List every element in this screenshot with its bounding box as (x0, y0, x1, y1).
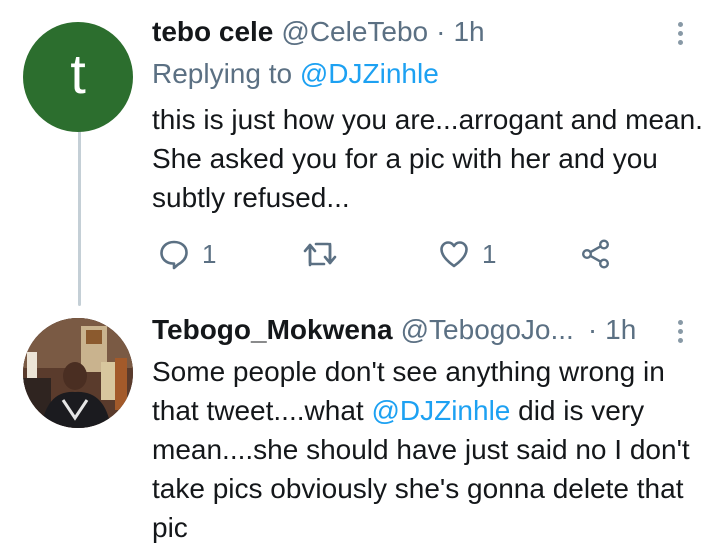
timestamp[interactable]: 1h (453, 16, 484, 48)
profile-photo (23, 318, 133, 428)
user-handle[interactable]: @CeleTebo (281, 16, 428, 48)
replying-to: Replying to @DJZinhle (152, 58, 439, 90)
display-name[interactable]: Tebogo_Mokwena (152, 314, 393, 346)
share-icon (582, 239, 610, 269)
timestamp[interactable]: 1h (605, 314, 636, 346)
replying-to-label: Replying to (152, 58, 293, 89)
reply-button[interactable]: 1 (158, 232, 216, 276)
like-count: 1 (482, 238, 497, 269)
avatar[interactable] (23, 318, 133, 428)
tweet-text: this is just how you are...arrogant and … (152, 104, 703, 213)
tweet-header: Tebogo_Mokwena @TebogoJo... · 1h (152, 314, 636, 346)
avatar[interactable]: t (23, 22, 133, 132)
reply-count: 1 (202, 238, 217, 269)
retweet-icon (303, 242, 337, 267)
mention-link[interactable]: @DJZinhle (371, 395, 510, 426)
reply-icon (160, 240, 188, 270)
thread-connector-line (78, 128, 81, 306)
separator-dot: · (587, 314, 598, 345)
mention-link[interactable]: @DJZinhle (300, 58, 439, 89)
avatar-letter: t (70, 42, 86, 105)
tweet-header: tebo cele @CeleTebo · 1h (152, 16, 485, 48)
more-options-icon[interactable] (670, 320, 690, 343)
more-options-icon[interactable] (670, 22, 690, 45)
share-button[interactable] (580, 232, 612, 276)
like-button[interactable]: 1 (438, 232, 496, 276)
display-name[interactable]: tebo cele (152, 16, 273, 48)
like-icon (440, 241, 468, 268)
retweet-button[interactable] (302, 232, 338, 276)
separator-dot: · (436, 16, 446, 47)
tweet-actions: 1 1 (152, 232, 622, 276)
user-handle[interactable]: @TebogoJo... (401, 314, 574, 346)
tweet-text: Some people don't see anything wrong in … (152, 352, 707, 547)
